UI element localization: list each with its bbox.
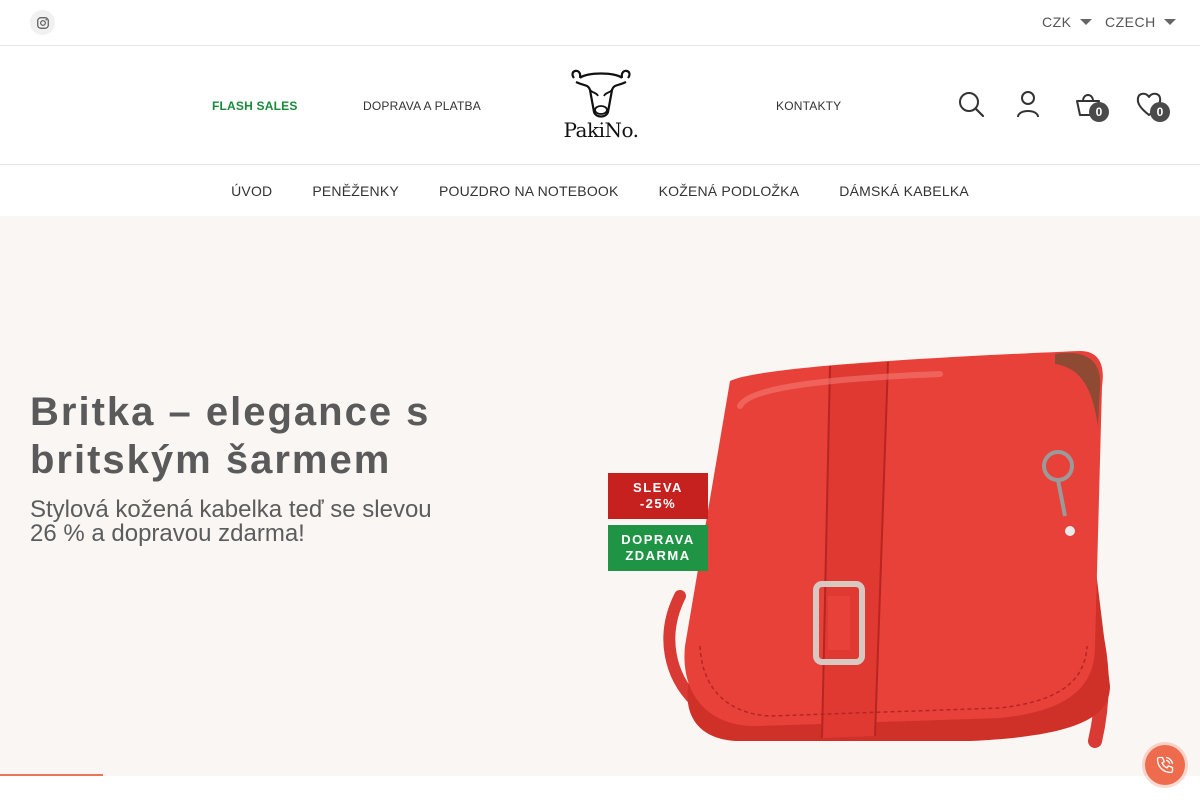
contacts-link[interactable]: KONTAKTY — [776, 99, 841, 113]
phone-icon — [1156, 756, 1174, 774]
category-nav: ÚVOD PENĚŽENKY POUZDRO NA NOTEBOOK KOŽEN… — [0, 166, 1200, 216]
site-logo[interactable]: PakiNo. — [560, 68, 642, 146]
user-account-icon[interactable] — [1014, 90, 1042, 118]
discount-badge: SLEVA -25% — [608, 473, 708, 519]
instagram-icon[interactable] — [30, 10, 55, 35]
currency-label: CZK — [1042, 14, 1072, 30]
hero-subtitle: Stylová kožená kabelka teď se slevou 26 … — [30, 496, 432, 547]
free-shipping-line2: ZDARMA — [625, 548, 691, 563]
red-handbag-image — [663, 351, 1110, 748]
hero-slider[interactable]: Britka – elegance s britským šarmem Styl… — [0, 216, 1200, 776]
currency-selector[interactable]: CZK — [1042, 14, 1092, 30]
site-header: FLASH SALES DOPRAVA A PLATBA PakiNo. KON… — [0, 46, 1200, 165]
language-selector[interactable]: CZECH — [1105, 14, 1176, 30]
search-icon[interactable] — [957, 90, 985, 118]
nav-item-laptop-case[interactable]: POUZDRO NA NOTEBOOK — [439, 183, 619, 199]
nav-item-leather-pad[interactable]: KOŽENÁ PODLOŽKA — [659, 183, 800, 199]
chevron-down-icon — [1163, 19, 1176, 25]
free-shipping-line1: DOPRAVA — [621, 532, 695, 547]
free-shipping-badge: DOPRAVA ZDARMA — [608, 525, 708, 571]
language-label: CZECH — [1105, 14, 1156, 30]
sale-percent: -25% — [639, 496, 677, 511]
slider-progress-bar — [0, 774, 103, 776]
nav-item-wallets[interactable]: PENĚŽENKY — [312, 183, 399, 199]
top-bar: CZK CZECH — [0, 0, 1200, 46]
bull-logo-icon — [571, 69, 631, 118]
nav-item-home[interactable]: ÚVOD — [231, 183, 272, 199]
cart-count-badge: 0 — [1089, 102, 1109, 122]
phone-call-button[interactable] — [1145, 745, 1185, 785]
hero-title: Britka – elegance s britským šarmem — [30, 390, 431, 482]
chevron-down-icon — [1079, 19, 1092, 25]
flash-sales-link[interactable]: FLASH SALES — [212, 99, 298, 113]
shipping-payment-link[interactable]: DOPRAVA A PLATBA — [363, 99, 481, 113]
sale-label: SLEVA — [633, 480, 683, 495]
nav-item-ladies-handbag[interactable]: DÁMSKÁ KABELKA — [839, 183, 969, 199]
logo-wordmark: PakiNo. — [563, 118, 639, 142]
wishlist-count-badge: 0 — [1150, 102, 1170, 122]
